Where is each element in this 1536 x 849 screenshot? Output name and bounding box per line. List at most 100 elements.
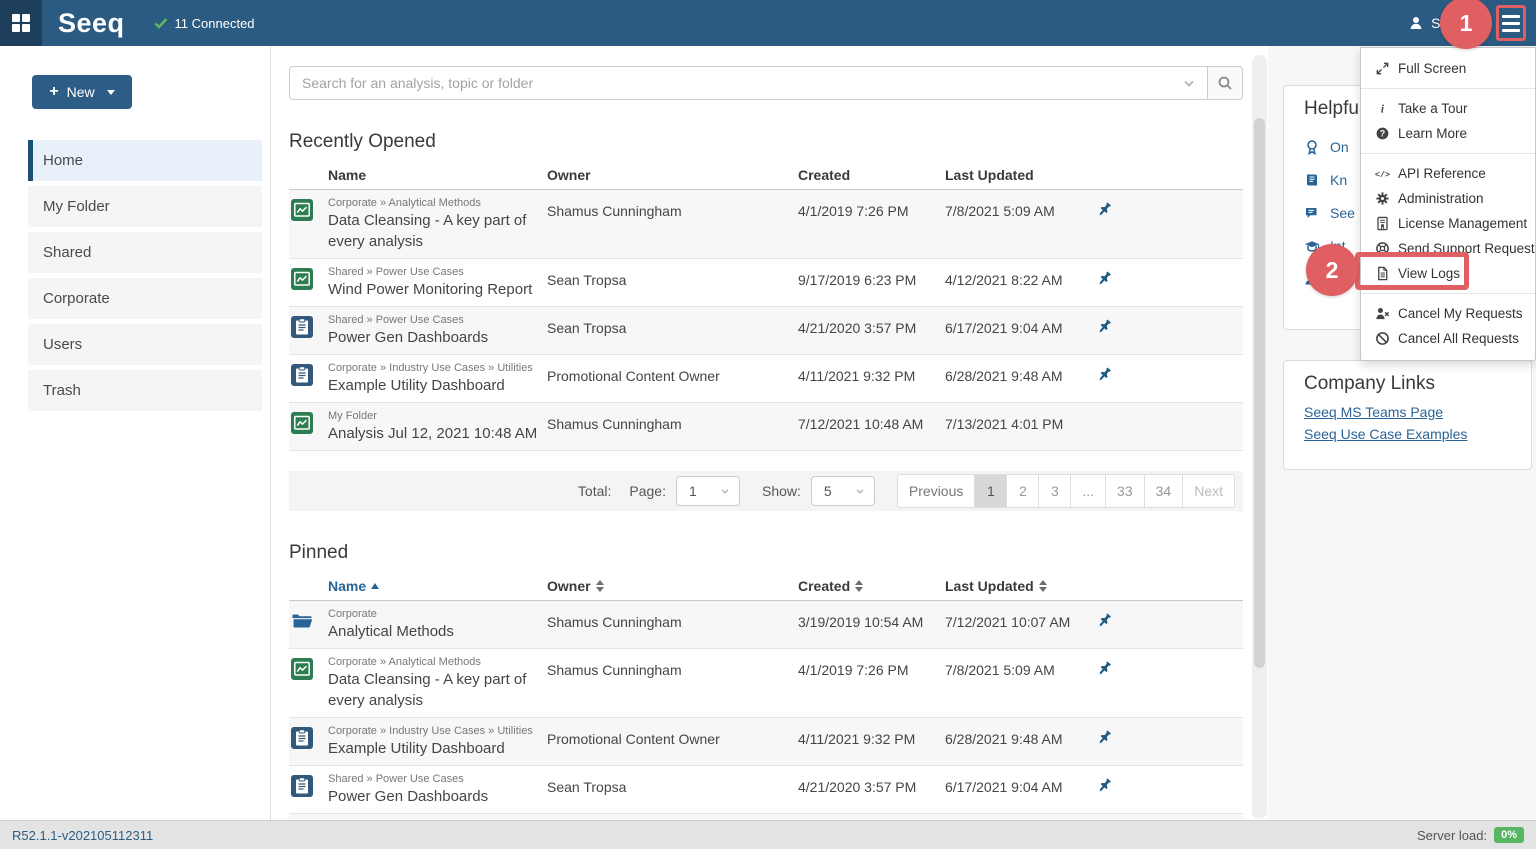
sidebar-item-trash[interactable]: Trash bbox=[28, 370, 262, 411]
menu-item-view-logs[interactable]: View Logs bbox=[1361, 261, 1535, 286]
table-row[interactable]: My FolderAnalysis Jul 12, 2021 10:48 AMS… bbox=[289, 403, 1243, 451]
item-created: 7/12/2021 10:48 AM bbox=[798, 409, 945, 432]
analysis-icon bbox=[291, 268, 313, 290]
pinned-table: NameOwnerCreatedLast Updated CorporateAn… bbox=[289, 578, 1243, 820]
sidebar-item-corporate[interactable]: Corporate bbox=[28, 278, 262, 319]
item-name-link[interactable]: Example Utility Dashboard bbox=[328, 738, 547, 759]
search-bar bbox=[289, 66, 1243, 100]
pin-button[interactable] bbox=[1096, 660, 1113, 678]
seeq-logo[interactable]: Seeq bbox=[58, 8, 125, 39]
pin-button[interactable] bbox=[1096, 366, 1113, 384]
previous-page-button[interactable]: Previous bbox=[897, 474, 975, 508]
item-name-link[interactable]: Data Cleansing - A key part of every ana… bbox=[328, 669, 547, 711]
page-button-3[interactable]: 3 bbox=[1039, 474, 1071, 508]
search-input[interactable] bbox=[302, 75, 1181, 91]
table-row[interactable]: Corporate » Industry Use Cases » Utiliti… bbox=[289, 355, 1243, 403]
menu-item-take-a-tour[interactable]: iTake a Tour bbox=[1361, 96, 1535, 121]
column-header[interactable]: Last Updated bbox=[945, 578, 1090, 594]
menu-item-api-reference[interactable]: </>API Reference bbox=[1361, 161, 1535, 186]
hamburger-menu-button[interactable] bbox=[1496, 5, 1526, 41]
pin-button[interactable] bbox=[1096, 612, 1113, 630]
helpful-link-label: See bbox=[1330, 205, 1355, 221]
table-row[interactable]: Shared » Power Use CasesPower Gen Dashbo… bbox=[289, 307, 1243, 355]
pin-icon bbox=[1096, 729, 1113, 746]
pin-button[interactable] bbox=[1096, 201, 1113, 219]
sort-asc-icon bbox=[371, 583, 379, 589]
table-row[interactable]: Shared » Power Use CasesWind Power Monit… bbox=[289, 259, 1243, 307]
ribbon-icon bbox=[1304, 139, 1320, 155]
page-button-2[interactable]: 2 bbox=[1007, 474, 1039, 508]
table-row[interactable]: Corporate » Analytical MethodsData Clean… bbox=[289, 190, 1243, 259]
app-switcher-button[interactable] bbox=[0, 0, 42, 46]
sidebar-item-home[interactable]: Home bbox=[28, 140, 262, 181]
menu-item-learn-more[interactable]: ?Learn More bbox=[1361, 121, 1535, 146]
pin-button[interactable] bbox=[1096, 729, 1113, 747]
item-owner: Promotional Content Owner bbox=[547, 724, 798, 747]
menu-item-license-management[interactable]: License Management bbox=[1361, 211, 1535, 236]
column-header[interactable]: Created bbox=[798, 578, 945, 594]
item-name-link[interactable]: Analytical Methods bbox=[328, 621, 547, 642]
recently-opened-title: Recently Opened bbox=[289, 131, 1252, 153]
analysis-icon bbox=[291, 412, 313, 434]
item-updated: 7/8/2021 5:09 AM bbox=[945, 196, 1090, 219]
page-select[interactable]: 1 bbox=[676, 476, 740, 506]
menu-item-cancel-all-requests[interactable]: Cancel All Requests bbox=[1361, 326, 1535, 351]
item-owner: Sean Tropsa bbox=[547, 772, 798, 795]
topic-icon bbox=[291, 775, 313, 797]
sidebar-item-my-folder[interactable]: My Folder bbox=[28, 186, 262, 227]
helpful-link-label: On bbox=[1330, 139, 1349, 155]
recently-table-header: NameOwnerCreatedLast Updated bbox=[289, 167, 1243, 190]
item-name-link[interactable]: Data Cleansing - A key part of every ana… bbox=[328, 210, 547, 252]
company-link[interactable]: Seeq Use Case Examples bbox=[1304, 426, 1531, 442]
item-updated: 7/8/2021 5:09 AM bbox=[945, 655, 1090, 678]
page-button-...[interactable]: ... bbox=[1071, 474, 1106, 508]
sidebar-item-shared[interactable]: Shared bbox=[28, 232, 262, 273]
menu-item-label: Administration bbox=[1398, 191, 1484, 206]
search-button[interactable] bbox=[1207, 66, 1243, 100]
page-button-1[interactable]: 1 bbox=[975, 474, 1007, 508]
next-page-button[interactable]: Next bbox=[1183, 474, 1235, 508]
company-link[interactable]: Seeq MS Teams Page bbox=[1304, 404, 1531, 420]
column-header[interactable]: Owner bbox=[547, 578, 798, 594]
menu-divider bbox=[1361, 88, 1535, 89]
table-row[interactable]: CorporateAnalytical MethodsShamus Cunnin… bbox=[289, 601, 1243, 649]
column-header-sorted[interactable]: Name bbox=[328, 578, 547, 594]
chevron-down-icon[interactable] bbox=[1181, 75, 1197, 91]
topic-icon bbox=[291, 727, 313, 749]
pin-button[interactable] bbox=[1096, 270, 1113, 288]
item-name-link[interactable]: Wind Power Monitoring Report bbox=[328, 279, 547, 300]
table-row[interactable]: Corporate » Industry Use Cases » Utiliti… bbox=[289, 718, 1243, 766]
table-row[interactable]: Shared » Power Use CasesPower Gen Dashbo… bbox=[289, 766, 1243, 814]
menu-item-administration[interactable]: Administration bbox=[1361, 186, 1535, 211]
seeq-home-screen: Seeq 11 Connected Sha + New HomeMy Folde… bbox=[0, 0, 1536, 849]
item-name-link[interactable]: Example Utility Dashboard bbox=[328, 375, 547, 396]
page-button-34[interactable]: 34 bbox=[1145, 474, 1184, 508]
item-updated: 6/28/2021 9:48 AM bbox=[945, 724, 1090, 747]
pin-button[interactable] bbox=[1096, 777, 1113, 795]
item-updated: 4/12/2021 8:22 AM bbox=[945, 265, 1090, 288]
menu-item-send-support-request[interactable]: Send Support Request bbox=[1361, 236, 1535, 261]
page-button-33[interactable]: 33 bbox=[1106, 474, 1145, 508]
vertical-scrollbar-track[interactable] bbox=[1252, 55, 1267, 819]
show-select[interactable]: 5 bbox=[811, 476, 875, 506]
item-owner: Shamus Cunningham bbox=[547, 409, 798, 432]
table-row[interactable]: Corporate » Analytical MethodsData Clean… bbox=[289, 649, 1243, 718]
sidebar-item-users[interactable]: Users bbox=[28, 324, 262, 365]
sort-icon bbox=[596, 580, 604, 592]
pinned-title: Pinned bbox=[289, 542, 1252, 564]
vertical-scrollbar-thumb[interactable] bbox=[1254, 118, 1265, 668]
expand-icon bbox=[1375, 61, 1390, 76]
new-button[interactable]: + New bbox=[32, 75, 132, 109]
column-header: Created bbox=[798, 167, 945, 183]
chevron-down-icon bbox=[854, 485, 866, 497]
menu-item-label: License Management bbox=[1398, 216, 1527, 231]
item-name-link[interactable]: Analysis Jul 12, 2021 10:48 AM bbox=[328, 423, 547, 444]
item-name-link[interactable]: Power Gen Dashboards bbox=[328, 786, 547, 807]
menu-item-full-screen[interactable]: Full Screen bbox=[1361, 56, 1535, 81]
item-name-link[interactable]: Power Gen Dashboards bbox=[328, 327, 547, 348]
menu-item-cancel-my-requests[interactable]: Cancel My Requests bbox=[1361, 301, 1535, 326]
search-field[interactable] bbox=[289, 66, 1207, 100]
pin-button[interactable] bbox=[1096, 318, 1113, 336]
agents-status[interactable]: 11 Connected bbox=[153, 15, 255, 31]
pinned-table-header: NameOwnerCreatedLast Updated bbox=[289, 578, 1243, 601]
